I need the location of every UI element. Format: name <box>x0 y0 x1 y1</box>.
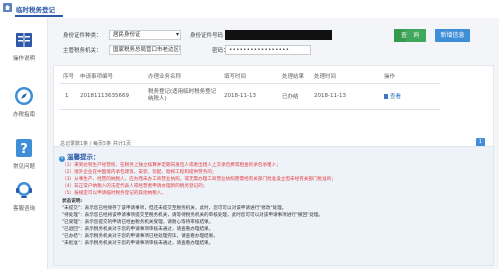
compass-icon <box>15 87 33 105</box>
tips-title: i 温馨提示： <box>59 151 100 162</box>
table-header-row: 序号 申请事项编号 办理业务名称 填写时间 处理结果 处理时间 操作 <box>60 69 440 84</box>
sidebar-item-operation-guide[interactable]: 操作说明 <box>0 30 48 70</box>
query-button[interactable]: 查 询 <box>394 29 426 42</box>
status-title: 状态说明: <box>62 199 83 204</box>
col-header-fill-time: 填写时间 <box>224 69 282 84</box>
tip-line: （1）来到达到生产经营权，在税务上独立核算并定期向发包人或者出租人上交承包费或租… <box>62 163 281 168</box>
view-link[interactable]: 查看 <box>390 94 401 100</box>
status-line: "已办结"：表示税务机关对于您的申请事项已经处理完毕，请查看办理结果。 <box>62 234 218 239</box>
tips-panel: i 温馨提示： （1）来到达到生产经营权，在税务上独立核算并定期向发包人或者出租人… <box>53 146 494 266</box>
status-line: "已退回"：表示税务机关对于您的申请事项审核未通过，请查看办理结果。 <box>62 227 214 232</box>
sidebar-item-customer-service[interactable]: 客服咨询 <box>0 180 48 220</box>
info-icon: i <box>59 156 65 162</box>
cell-result: 已办结 <box>282 83 314 110</box>
svg-text:?: ? <box>20 142 28 157</box>
chevron-down-icon[interactable]: ▾ <box>174 31 181 39</box>
col-header-code: 申请事项编号 <box>80 69 148 84</box>
results-card: 序号 申请事项编号 办理业务名称 填写时间 处理结果 处理时间 操作 1 201… <box>53 65 494 159</box>
book-icon <box>16 33 32 47</box>
sidebar-item-faq[interactable]: ? 常见问题 <box>0 138 48 178</box>
tab-temp-tax-registration[interactable]: 临时税务登记 <box>16 4 55 14</box>
col-header-result: 处理结果 <box>282 69 314 84</box>
tip-line: （2）境外企业在中国境内承包建筑、安装、装配、勘探工程和提供劳务的； <box>62 170 217 175</box>
new-info-button[interactable]: 新增信息 <box>435 29 470 42</box>
sidebar-item-label: 办税指南 <box>12 112 35 118</box>
cell-proc-time: 2018-11-13 <box>314 83 384 110</box>
cell-business-name: 税务登记(适用临时税务登记纳税人) <box>148 83 224 110</box>
col-header-no: 序号 <box>60 69 80 84</box>
authority-row: 主管税务机关： 国家税务总局营口市老边区税务局 密码： ••••••••••••… <box>53 45 393 55</box>
sidebar-item-label: 常见问题 <box>12 164 35 170</box>
document-icon <box>384 94 388 99</box>
question-icon: ? <box>16 139 32 157</box>
table-row: 1 20181113635669 税务登记(适用临时税务登记纳税人) 2018-… <box>60 83 440 110</box>
customer-service-icon <box>16 182 32 198</box>
sidebar-item-label: 客服咨询 <box>12 206 35 212</box>
home-icon[interactable] <box>3 3 12 12</box>
id-number-label: 身份证件号码 <box>190 33 224 39</box>
id-type-label: 身份证件种类： <box>63 33 102 39</box>
tip-line: （5）按规定可以申请临时税务登记的其他纳税人。 <box>62 191 166 196</box>
tip-line: （4）非正常户纳税人的法定代表人或经营者申请办理新的税务登记的； <box>62 184 208 189</box>
id-type-select[interactable]: 居民身份证 <box>109 30 181 40</box>
password-field[interactable]: ••••••••••••••••• <box>225 45 311 55</box>
sidebar-item-label: 操作说明 <box>12 56 35 62</box>
authority-field[interactable]: 国家税务总局营口市老边区税务局 <box>109 45 181 55</box>
id-type-row: 身份证件种类： 居民身份证 ▾ 身份证件号码 <box>53 30 393 40</box>
sidebar: 操作说明 办税指南 ? 常见问题 客服咨询 <box>0 18 48 269</box>
col-header-proc-time: 处理时间 <box>314 69 384 84</box>
tips-title-text: 温馨提示： <box>67 153 100 161</box>
top-bar: 临时税务登记 <box>0 0 499 18</box>
cell-fill-time: 2018-11-13 <box>224 83 282 110</box>
status-line: "已受理"：表示您提交的申请已经由税务机关受理，请耐心等待审核结果。 <box>62 220 214 225</box>
cell-code: 20181113635669 <box>80 83 148 110</box>
col-header-action: 操作 <box>384 69 440 84</box>
sidebar-item-tax-guide[interactable]: 办税指南 <box>0 86 48 126</box>
status-line: "待处理"：表示您已经将该申请事项提交至税务机关，请等待税务机关的审核处理，此时… <box>62 213 324 218</box>
cell-action: 查看 <box>384 83 440 110</box>
tab-active-indicator <box>15 15 63 17</box>
tip-line: （3）从事生产、经营的纳税人，应办而未办工商营业执照，或无需办理工商营业执照而需… <box>62 177 336 182</box>
query-button-label: 查 询 <box>400 32 419 39</box>
status-line: "未提交"：表示您已经保存了该申请事项，但还未提交至税务机关，此时，您可可以对该… <box>62 206 287 211</box>
id-number-field[interactable] <box>225 30 332 40</box>
col-header-name: 办理业务名称 <box>148 69 224 84</box>
authority-label: 主管税务机关： <box>63 48 102 54</box>
cell-no: 1 <box>60 83 80 110</box>
main-content: 身份证件种类： 居民身份证 ▾ 身份证件号码 主管税务机关： 国家税务总局营口市… <box>53 18 494 269</box>
status-line: "未批准"：表示税务机关对于您的申请事项审核未通过，请查看办理结果。 <box>62 241 214 246</box>
results-table: 序号 申请事项编号 办理业务名称 填写时间 处理结果 处理时间 操作 1 201… <box>60 69 440 110</box>
